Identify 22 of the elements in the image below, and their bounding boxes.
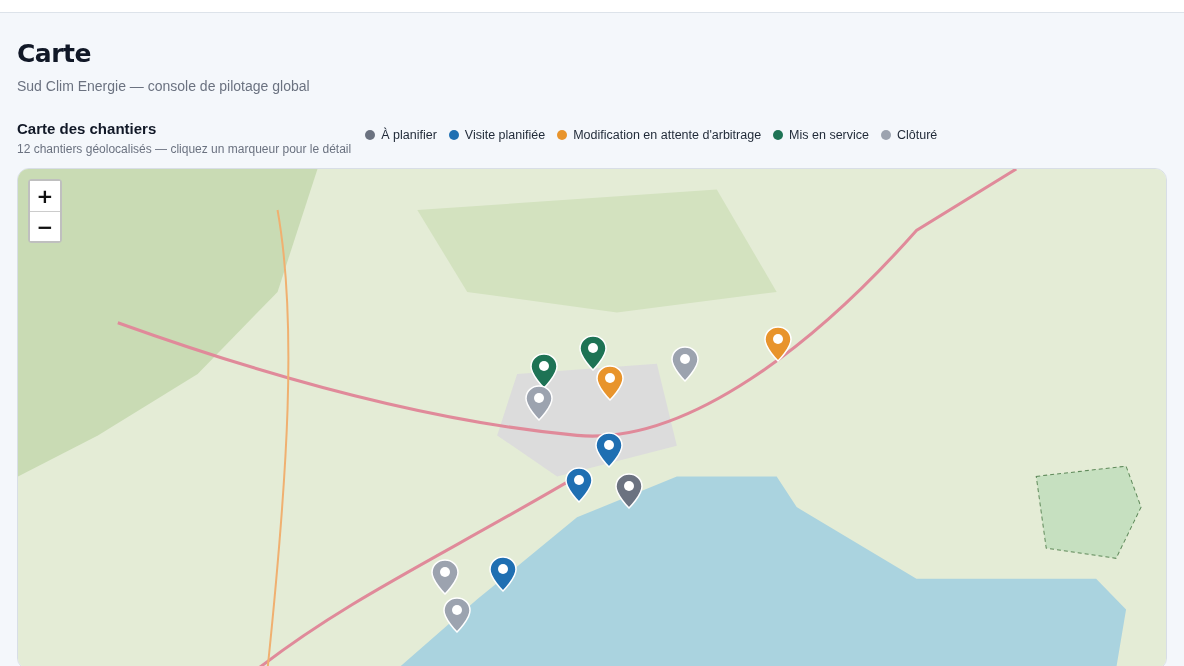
legend-label: Modification en attente d'arbitrage: [573, 128, 762, 142]
section-title: Carte des chantiers: [17, 120, 158, 137]
map-marker[interactable]: [595, 432, 623, 468]
legend-label: À planifier: [381, 128, 437, 142]
page-title: Carte: [17, 39, 92, 68]
legend-label: Mis en service: [789, 128, 869, 142]
page-subtitle: Sud Clim Energie — console de pilotage global: [17, 78, 311, 94]
map-marker[interactable]: [671, 346, 699, 382]
section-subtitle: 12 chantiers géolocalisés — cliquez un marqueur pour le détail: [17, 142, 352, 156]
map-marker[interactable]: [530, 353, 558, 389]
map-marker[interactable]: [596, 365, 624, 401]
map-marker[interactable]: [443, 597, 471, 633]
legend-label: Visite planifiée: [464, 128, 546, 142]
legend-label: Clôturé: [897, 128, 938, 142]
map-marker[interactable]: [431, 559, 459, 595]
map-marker[interactable]: [525, 385, 553, 421]
map-marker[interactable]: [579, 335, 607, 371]
map-marker[interactable]: [615, 473, 643, 509]
zoom-out-button[interactable]: −: [30, 211, 60, 241]
map-marker[interactable]: [764, 326, 792, 362]
map-marker[interactable]: [489, 556, 517, 592]
map-marker[interactable]: [565, 467, 593, 503]
